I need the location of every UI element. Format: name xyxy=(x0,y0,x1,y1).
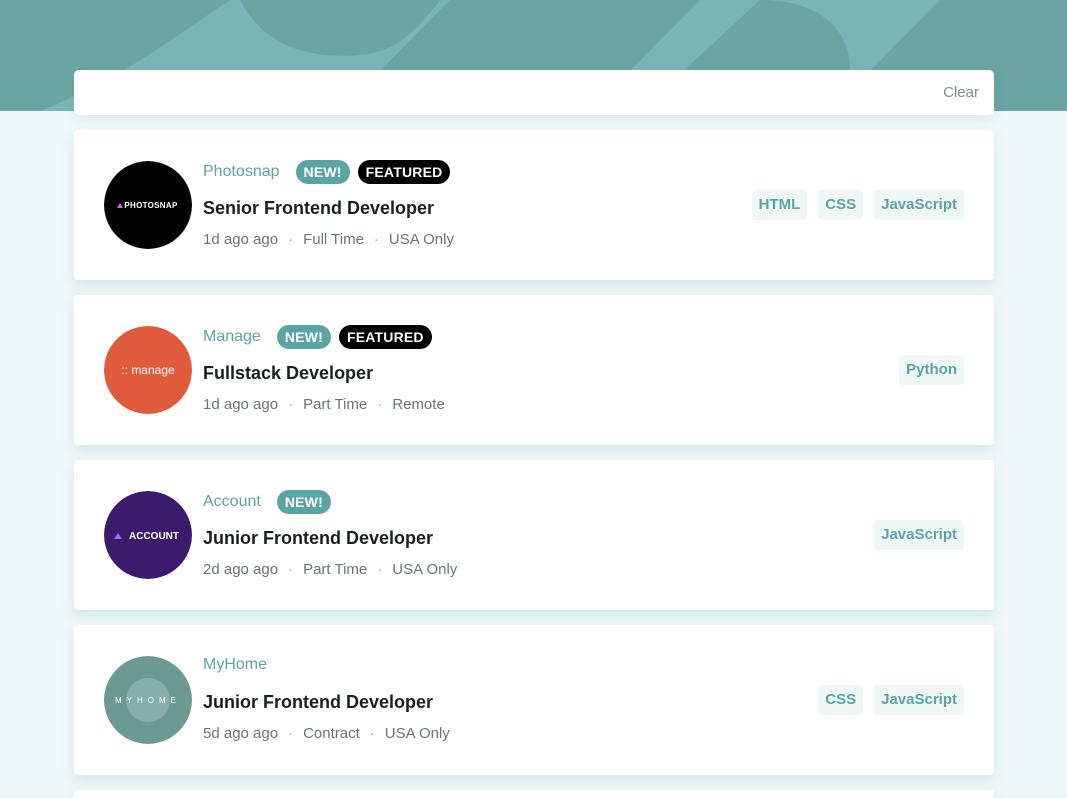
separator-dot: · xyxy=(288,561,294,578)
separator-dot: · xyxy=(373,231,379,248)
job-title[interactable]: Senior Frontend Developer xyxy=(203,197,458,219)
featured-badge: FEATURED xyxy=(338,325,432,349)
logo-text: :: manage xyxy=(121,363,175,377)
job-meta: 5d ago ago · Contract · USA Only xyxy=(203,725,450,742)
new-badge: NEW! xyxy=(276,490,331,514)
company-logo: MYHOME xyxy=(104,656,192,744)
separator-dot: · xyxy=(377,396,383,413)
job-meta: 2d ago ago · Part Time · USA Only xyxy=(203,561,457,578)
job-title[interactable]: Junior Frontend Developer xyxy=(203,691,450,713)
company-name: Manage xyxy=(203,328,261,345)
clear-button[interactable]: Clear xyxy=(943,84,979,101)
contract-type: Contract xyxy=(303,725,360,742)
job-title[interactable]: Junior Frontend Developer xyxy=(203,527,457,549)
tag-css[interactable]: CSS xyxy=(818,190,864,220)
job-card[interactable]: ACCOUNT Account NEW! Junior Frontend Dev… xyxy=(74,460,994,610)
job-meta: 1d ago ago · Part Time · Remote xyxy=(203,396,445,413)
separator-dot: · xyxy=(288,231,294,248)
tag-list: Python xyxy=(899,355,964,385)
contract-type: Full Time xyxy=(303,231,364,248)
new-badge: NEW! xyxy=(276,325,331,349)
tag-python[interactable]: Python xyxy=(899,355,964,385)
job-card[interactable] xyxy=(74,790,994,798)
tag-javascript[interactable]: JavaScript xyxy=(874,520,964,550)
posted-at: 5d ago ago xyxy=(203,725,279,742)
tag-javascript[interactable]: JavaScript xyxy=(874,685,964,715)
company-logo: PHOTOSNAP xyxy=(104,161,192,249)
tag-list: CSS JavaScript xyxy=(818,685,964,715)
logo-text: PHOTOSNAP xyxy=(124,201,178,210)
company-logo: ACCOUNT xyxy=(104,491,192,579)
job-location: USA Only xyxy=(388,231,454,248)
tag-css[interactable]: CSS xyxy=(818,685,864,715)
tag-html[interactable]: HTML xyxy=(751,190,808,220)
posted-at: 1d ago ago xyxy=(203,396,279,413)
job-location: Remote xyxy=(392,396,445,413)
separator-dot: · xyxy=(369,725,375,742)
job-listings-page: Clear PHOTOSNAP Photosnap NEW! FEATURED … xyxy=(0,0,1067,798)
job-card[interactable]: :: manage Manage NEW! FEATURED Fullstack… xyxy=(74,295,994,445)
separator-dot: · xyxy=(288,396,294,413)
company-name: MyHome xyxy=(203,656,268,673)
company-logo: :: manage xyxy=(104,326,192,414)
new-badge: NEW! xyxy=(295,160,350,184)
company-name: Photosnap xyxy=(203,163,280,180)
posted-at: 2d ago ago xyxy=(203,561,279,578)
posted-at: 1d ago ago xyxy=(203,231,279,248)
job-location: USA Only xyxy=(392,561,458,578)
company-name: Account xyxy=(203,493,261,510)
separator-dot: · xyxy=(377,561,383,578)
job-card[interactable]: MYHOME MyHome Junior Frontend Developer … xyxy=(74,625,994,775)
tag-javascript[interactable]: JavaScript xyxy=(874,190,964,220)
contract-type: Part Time xyxy=(303,396,368,413)
logo-text: ACCOUNT xyxy=(129,531,179,542)
job-card[interactable]: PHOTOSNAP Photosnap NEW! FEATURED Senior… xyxy=(74,130,994,280)
logo-text: MYHOME xyxy=(115,696,181,705)
separator-dot: · xyxy=(288,725,294,742)
featured-badge: FEATURED xyxy=(357,160,451,184)
contract-type: Part Time xyxy=(303,561,368,578)
filter-bar: Clear xyxy=(74,70,994,115)
tag-list: JavaScript xyxy=(874,520,964,550)
tag-list: HTML CSS JavaScript xyxy=(751,190,964,220)
job-location: USA Only xyxy=(384,725,450,742)
job-meta: 1d ago ago · Full Time · USA Only xyxy=(203,231,458,248)
job-title[interactable]: Fullstack Developer xyxy=(203,362,445,384)
